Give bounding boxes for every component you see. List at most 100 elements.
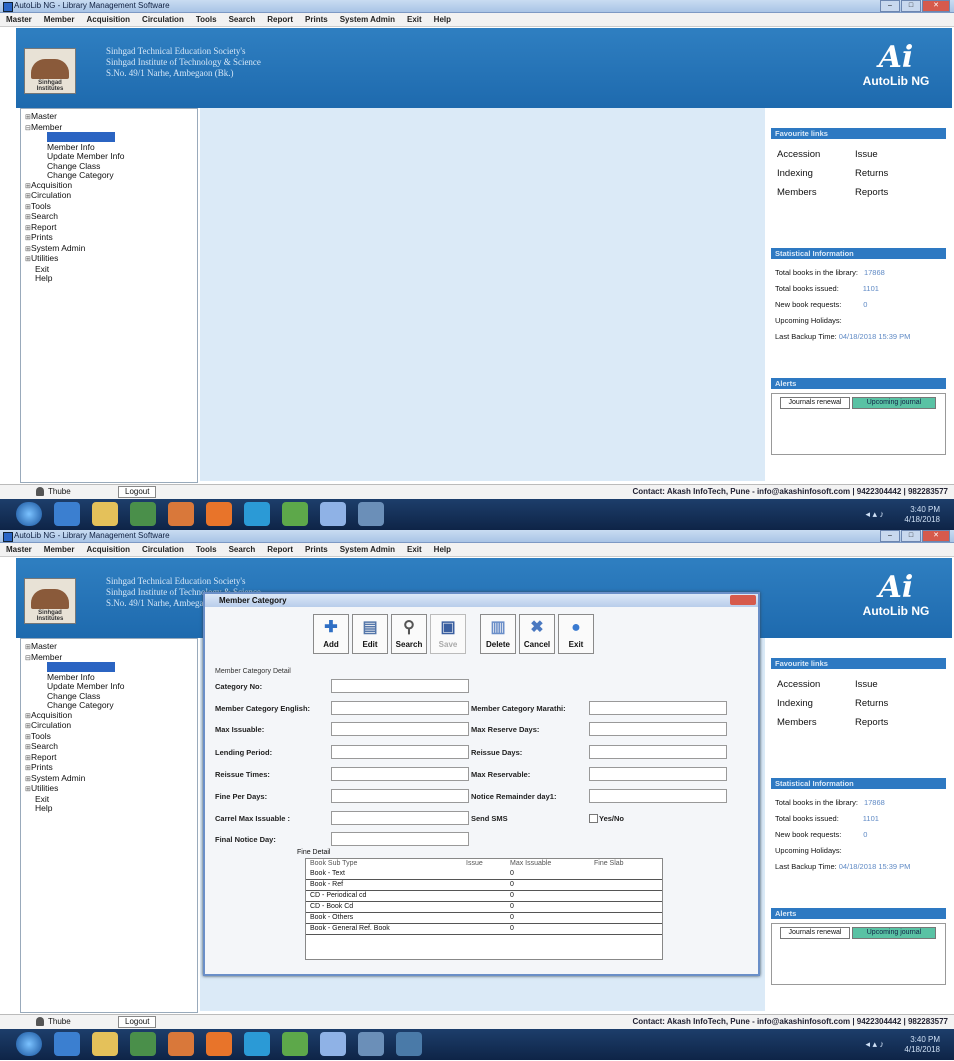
max-issuable-input[interactable] bbox=[331, 722, 469, 736]
close-button[interactable]: ✕ bbox=[922, 0, 950, 12]
menu-acquisition[interactable]: Acquisition bbox=[86, 15, 130, 24]
excel-icon[interactable] bbox=[282, 502, 308, 526]
menu-system-admin[interactable]: System Admin bbox=[340, 545, 395, 554]
menu-member[interactable]: Member bbox=[44, 545, 75, 554]
menu-circulation[interactable]: Circulation bbox=[142, 15, 184, 24]
table-row[interactable]: Book - General Ref. Book 0 bbox=[306, 924, 662, 935]
menu-circulation[interactable]: Circulation bbox=[142, 545, 184, 554]
table-row[interactable]: Book - Others 0 bbox=[306, 913, 662, 924]
send-sms-checkbox[interactable] bbox=[589, 814, 598, 823]
name-english-input[interactable] bbox=[331, 701, 469, 715]
exit-button[interactable]: ● Exit bbox=[558, 614, 594, 654]
window-icon[interactable] bbox=[358, 1032, 384, 1056]
menu-help[interactable]: Help bbox=[434, 15, 451, 24]
fav-members-link[interactable]: Members bbox=[777, 187, 855, 198]
menu-member[interactable]: Member bbox=[44, 15, 75, 24]
delete-button[interactable]: ▥ Delete bbox=[480, 614, 516, 654]
table-row[interactable]: Book - Text 0 bbox=[306, 869, 662, 880]
lending-period-input[interactable] bbox=[331, 745, 469, 759]
tab-journals-renewal[interactable]: Journals renewal bbox=[780, 927, 850, 939]
category-no-input[interactable] bbox=[331, 679, 469, 693]
max-reserve-days-input[interactable] bbox=[589, 722, 727, 736]
edit-button[interactable]: ▤ Edit bbox=[352, 614, 388, 654]
tray-icons[interactable]: ◂ ▴ ♪ bbox=[865, 1039, 884, 1050]
tray-icons[interactable]: ◂ ▴ ♪ bbox=[865, 509, 884, 520]
menu-search[interactable]: Search bbox=[229, 15, 256, 24]
firefox-icon[interactable] bbox=[206, 1032, 232, 1056]
menu-report[interactable]: Report bbox=[267, 545, 293, 554]
menu-master[interactable]: Master bbox=[6, 545, 32, 554]
fav-issue-link[interactable]: Issue bbox=[855, 679, 935, 690]
firefox-icon[interactable] bbox=[206, 502, 232, 526]
name-marathi-input[interactable] bbox=[589, 701, 727, 715]
cancel-button[interactable]: ✖ Cancel bbox=[519, 614, 555, 654]
reissue-days-input[interactable] bbox=[589, 745, 727, 759]
menu-acquisition[interactable]: Acquisition bbox=[86, 545, 130, 554]
menu-exit[interactable]: Exit bbox=[407, 545, 422, 554]
table-row[interactable]: CD - Periodical cd 0 bbox=[306, 891, 662, 902]
tab-journals-renewal[interactable]: Journals renewal bbox=[780, 397, 850, 409]
menu-exit[interactable]: Exit bbox=[407, 15, 422, 24]
dialog-close-button[interactable] bbox=[730, 595, 756, 605]
fav-returns-link[interactable]: Returns bbox=[855, 698, 935, 709]
fav-reports-link[interactable]: Reports bbox=[855, 717, 935, 728]
carrel-max-input[interactable] bbox=[331, 811, 469, 825]
ie-icon[interactable] bbox=[54, 1032, 80, 1056]
excel-icon[interactable] bbox=[282, 1032, 308, 1056]
search-button[interactable]: ⚲ Search bbox=[391, 614, 427, 654]
ie-icon[interactable] bbox=[54, 502, 80, 526]
reissue-times-input[interactable] bbox=[331, 767, 469, 781]
fine-per-days-input[interactable] bbox=[331, 789, 469, 803]
notice-reminder-input[interactable] bbox=[589, 789, 727, 803]
fav-indexing-link[interactable]: Indexing bbox=[777, 168, 855, 179]
start-button[interactable] bbox=[16, 1032, 42, 1056]
fav-accession-link[interactable]: Accession bbox=[777, 679, 855, 690]
menu-help[interactable]: Help bbox=[434, 545, 451, 554]
autolib-taskbar-icon[interactable] bbox=[320, 1032, 346, 1056]
start-button[interactable] bbox=[16, 502, 42, 526]
final-notice-input[interactable] bbox=[331, 832, 469, 846]
nav-help[interactable]: Help bbox=[21, 803, 197, 814]
close-button[interactable]: ✕ bbox=[922, 530, 950, 542]
menu-prints[interactable]: Prints bbox=[305, 545, 328, 554]
menu-prints[interactable]: Prints bbox=[305, 15, 328, 24]
browser-icon[interactable] bbox=[244, 1032, 270, 1056]
save-button[interactable]: ▣ Save bbox=[430, 614, 466, 654]
logout-button[interactable]: Logout bbox=[118, 1016, 157, 1028]
fav-accession-link[interactable]: Accession bbox=[777, 149, 855, 160]
window-icon[interactable] bbox=[358, 502, 384, 526]
autolib-taskbar-icon[interactable] bbox=[320, 502, 346, 526]
fav-issue-link[interactable]: Issue bbox=[855, 149, 935, 160]
fav-members-link[interactable]: Members bbox=[777, 717, 855, 728]
maximize-button[interactable]: □ bbox=[901, 530, 921, 542]
fav-reports-link[interactable]: Reports bbox=[855, 187, 935, 198]
folder-icon[interactable] bbox=[92, 1032, 118, 1056]
folder-icon[interactable] bbox=[92, 502, 118, 526]
fine-detail-grid[interactable]: Book Sub Type Issue Max Issuable Fine Sl… bbox=[305, 858, 663, 960]
add-button[interactable]: ✚ Add bbox=[313, 614, 349, 654]
media-icon[interactable] bbox=[130, 502, 156, 526]
fav-indexing-link[interactable]: Indexing bbox=[777, 698, 855, 709]
menu-tools[interactable]: Tools bbox=[196, 15, 217, 24]
browser-icon[interactable] bbox=[244, 502, 270, 526]
logout-button[interactable]: Logout bbox=[118, 486, 157, 498]
tab-upcoming-journal[interactable]: Upcoming journal bbox=[852, 927, 936, 939]
table-row[interactable]: Book - Ref 0 bbox=[306, 880, 662, 891]
menu-report[interactable]: Report bbox=[267, 15, 293, 24]
table-row[interactable]: CD - Book Cd 0 bbox=[306, 902, 662, 913]
tab-upcoming-journal[interactable]: Upcoming journal bbox=[852, 397, 936, 409]
chrome-icon[interactable] bbox=[168, 502, 194, 526]
menu-system-admin[interactable]: System Admin bbox=[340, 15, 395, 24]
nav-help[interactable]: Help bbox=[21, 273, 197, 284]
paint-icon[interactable] bbox=[396, 1032, 422, 1056]
minimize-button[interactable]: – bbox=[880, 530, 900, 542]
menu-search[interactable]: Search bbox=[229, 545, 256, 554]
chrome-icon[interactable] bbox=[168, 1032, 194, 1056]
fav-returns-link[interactable]: Returns bbox=[855, 168, 935, 179]
maximize-button[interactable]: □ bbox=[901, 0, 921, 12]
menu-master[interactable]: Master bbox=[6, 15, 32, 24]
max-reservable-input[interactable] bbox=[589, 767, 727, 781]
minimize-button[interactable]: – bbox=[880, 0, 900, 12]
menu-tools[interactable]: Tools bbox=[196, 545, 217, 554]
media-icon[interactable] bbox=[130, 1032, 156, 1056]
